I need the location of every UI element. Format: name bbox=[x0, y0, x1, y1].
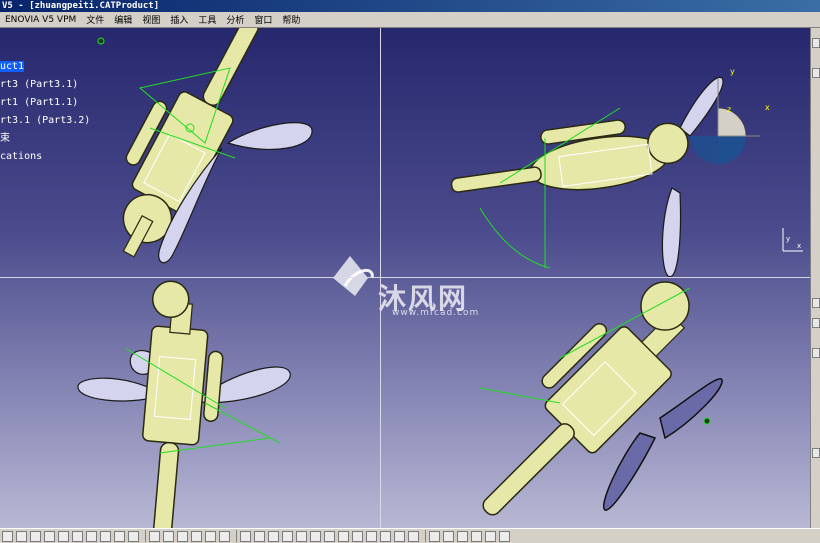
toolbar-separator bbox=[236, 530, 237, 542]
knowledge-icon[interactable] bbox=[219, 530, 230, 542]
axis-y-label: y bbox=[786, 235, 790, 243]
offset-constraint-icon[interactable] bbox=[457, 530, 468, 542]
toolbar-separator bbox=[145, 530, 146, 542]
open-icon[interactable] bbox=[16, 530, 27, 542]
spec-tree: uct1 rt3 (Part3.1) rt1 (Part1.1) rt3.1 (… bbox=[0, 58, 90, 166]
zoom-out-icon[interactable] bbox=[324, 530, 335, 542]
fly-mode-icon[interactable] bbox=[254, 530, 265, 542]
viewport-divider-horizontal bbox=[0, 277, 810, 278]
tree-item-constraints[interactable]: 束 bbox=[0, 130, 90, 148]
menu-analyze[interactable]: 分析 bbox=[221, 13, 249, 26]
tree-item-part3-1[interactable]: rt3 (Part3.1) bbox=[0, 76, 90, 94]
menu-edit[interactable]: 编辑 bbox=[109, 13, 137, 26]
menu-insert[interactable]: 插入 bbox=[165, 13, 193, 26]
toolbar-separator bbox=[425, 530, 426, 542]
menu-view[interactable]: 视图 bbox=[137, 13, 165, 26]
pan-icon[interactable] bbox=[282, 530, 293, 542]
right-toolbar-button[interactable] bbox=[812, 448, 820, 458]
update-icon[interactable] bbox=[499, 530, 510, 542]
multi-view-icon[interactable] bbox=[352, 530, 363, 542]
watermark-logo bbox=[333, 256, 374, 296]
axis-x-label: x bbox=[797, 242, 801, 250]
origin-marker bbox=[97, 37, 105, 45]
right-toolbar bbox=[810, 28, 820, 528]
copy-icon[interactable] bbox=[72, 530, 83, 542]
zoom-in-icon[interactable] bbox=[310, 530, 321, 542]
save-icon[interactable] bbox=[30, 530, 41, 542]
view-bottom-right[interactable] bbox=[447, 281, 723, 528]
right-toolbar-button[interactable] bbox=[812, 68, 820, 78]
compass-y-label: y bbox=[730, 67, 735, 76]
select-icon[interactable] bbox=[240, 530, 251, 542]
hide-show-icon[interactable] bbox=[394, 530, 405, 542]
table-icon[interactable] bbox=[191, 530, 202, 542]
view-top-left[interactable] bbox=[86, 28, 313, 268]
menu-file[interactable]: 文件 bbox=[81, 13, 109, 26]
cut-icon[interactable] bbox=[58, 530, 69, 542]
watermark-url: www.mfcad.com bbox=[392, 308, 480, 318]
menu-window[interactable]: 窗口 bbox=[249, 13, 277, 26]
menu-bar: ENOVIA V5 VPM 文件 编辑 视图 插入 工具 分析 窗口 帮助 bbox=[0, 12, 820, 28]
coincidence-constraint-icon[interactable] bbox=[429, 530, 440, 542]
fix-component-icon[interactable] bbox=[485, 530, 496, 542]
right-toolbar-button[interactable] bbox=[812, 38, 820, 48]
view-top-right[interactable]: y x z y x bbox=[446, 67, 803, 278]
contact-constraint-icon[interactable] bbox=[443, 530, 454, 542]
normal-view-icon[interactable] bbox=[338, 530, 349, 542]
help-icon[interactable] bbox=[128, 530, 139, 542]
fit-all-icon[interactable] bbox=[268, 530, 279, 542]
new-icon[interactable] bbox=[2, 530, 13, 542]
angle-constraint-icon[interactable] bbox=[471, 530, 482, 542]
right-toolbar-button[interactable] bbox=[812, 318, 820, 328]
right-toolbar-button[interactable] bbox=[812, 298, 820, 308]
inertia-icon[interactable] bbox=[177, 530, 188, 542]
menu-help[interactable]: 帮助 bbox=[277, 13, 305, 26]
swap-visible-icon[interactable] bbox=[408, 530, 419, 542]
undo-icon[interactable] bbox=[100, 530, 111, 542]
axis-triad: y x bbox=[782, 228, 803, 252]
window-title: V5 - [zhuangpeiti.CATProduct] bbox=[0, 0, 820, 12]
tree-item-part3-2[interactable]: rt3.1 (Part3.2) bbox=[0, 112, 90, 130]
tree-item-product[interactable]: uct1 bbox=[0, 58, 90, 76]
compass-x-label: x bbox=[765, 103, 770, 112]
viewport-3d[interactable]: y x z y x uct1 rt3 (Part3.1) rt1 (Part1.… bbox=[0, 28, 810, 528]
formula-icon[interactable] bbox=[205, 530, 216, 542]
menu-enovia[interactable]: ENOVIA V5 VPM bbox=[0, 15, 81, 25]
iso-view-icon[interactable] bbox=[366, 530, 377, 542]
shading-icon[interactable] bbox=[380, 530, 391, 542]
redo-icon[interactable] bbox=[114, 530, 125, 542]
right-toolbar-button[interactable] bbox=[812, 348, 820, 358]
compass-z-label: z bbox=[727, 105, 731, 114]
print-icon[interactable] bbox=[44, 530, 55, 542]
rotate-icon[interactable] bbox=[296, 530, 307, 542]
tree-item-applications[interactable]: cations bbox=[0, 148, 90, 166]
bottom-toolbar bbox=[0, 528, 820, 543]
measure-icon[interactable] bbox=[163, 530, 174, 542]
paste-icon[interactable] bbox=[86, 530, 97, 542]
menu-tools[interactable]: 工具 bbox=[193, 13, 221, 26]
tree-item-part1-1[interactable]: rt1 (Part1.1) bbox=[0, 94, 90, 112]
viewport-divider-vertical bbox=[380, 28, 381, 528]
catalog-icon[interactable] bbox=[149, 530, 160, 542]
view-bottom-left[interactable] bbox=[77, 280, 291, 528]
